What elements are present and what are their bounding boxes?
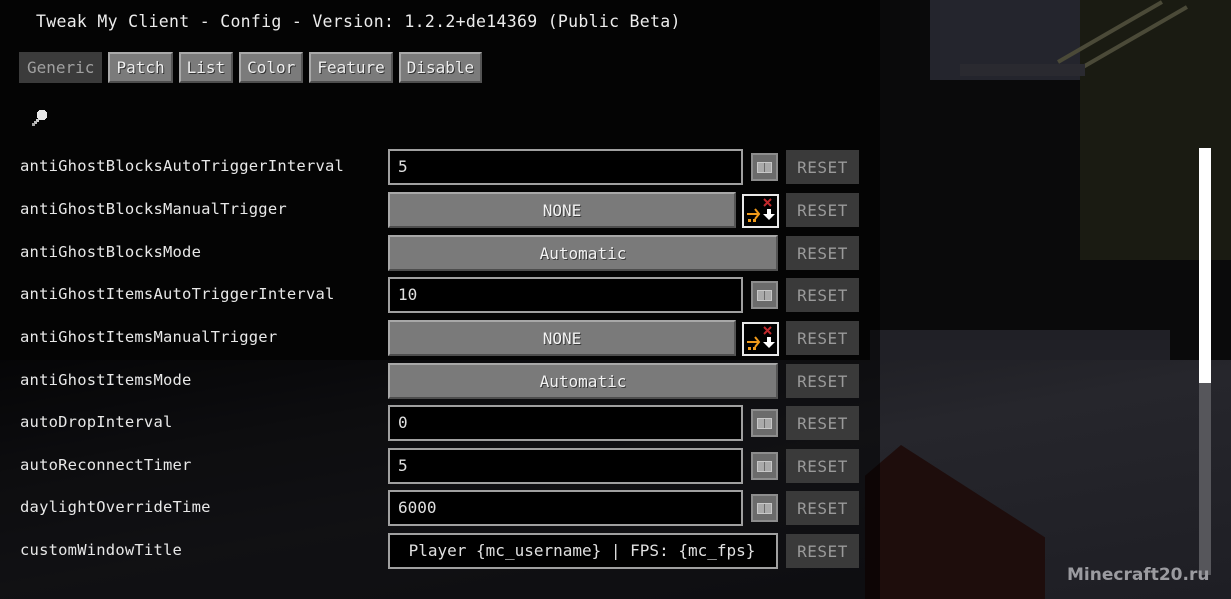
config-label: antiGhostBlocksManualTrigger xyxy=(20,200,287,218)
value-input[interactable]: 5 xyxy=(388,149,743,185)
config-row-autodropinterval: autoDropInterval 0 RESET xyxy=(0,405,870,441)
config-label: antiGhostItemsAutoTriggerInterval xyxy=(20,285,335,303)
option-cycle-button[interactable]: Automatic xyxy=(388,363,778,399)
reset-button[interactable]: RESET xyxy=(786,534,859,568)
option-cycle-button[interactable]: Automatic xyxy=(388,235,778,271)
search-icon[interactable] xyxy=(28,108,50,130)
slider-toggle-button[interactable] xyxy=(751,409,778,437)
config-label: antiGhostItemsMode xyxy=(20,371,192,389)
hotkey-button[interactable]: NONE xyxy=(388,320,736,356)
tab-patch[interactable]: Patch xyxy=(108,52,173,83)
reset-button[interactable]: RESET xyxy=(786,150,859,184)
slider-toggle-button[interactable] xyxy=(751,153,778,181)
value-input[interactable]: 5 xyxy=(388,448,743,484)
slider-toggle-icon xyxy=(757,502,772,514)
config-label: daylightOverrideTime xyxy=(20,498,211,516)
slider-toggle-icon xyxy=(757,460,772,472)
slider-toggle-icon xyxy=(757,417,772,429)
hotkey-button[interactable]: NONE xyxy=(388,192,736,228)
tab-feature[interactable]: Feature xyxy=(309,52,393,83)
config-row-antighostitemsautotriggerinterval: antiGhostItemsAutoTriggerInterval 10 RES… xyxy=(0,277,870,313)
tab-color[interactable]: Color xyxy=(239,52,304,83)
reset-button[interactable]: RESET xyxy=(786,364,859,398)
config-row-autoreconnecttimer: autoReconnectTimer 5 RESET xyxy=(0,448,870,484)
reset-button[interactable]: RESET xyxy=(786,491,859,525)
tab-disable[interactable]: Disable xyxy=(398,52,483,83)
config-label: antiGhostItemsManualTrigger xyxy=(20,328,278,346)
slider-toggle-icon xyxy=(757,161,772,173)
background-snow-block xyxy=(870,330,1170,360)
config-row-customwindowtitle: customWindowTitle Player {mc_username} |… xyxy=(0,533,870,569)
config-label: customWindowTitle xyxy=(20,541,183,559)
slider-toggle-button[interactable] xyxy=(751,281,778,309)
reset-button[interactable]: RESET xyxy=(786,278,859,312)
keybind-settings-button[interactable] xyxy=(742,194,779,228)
watermark: Minecraft20.ru xyxy=(1067,565,1210,585)
slider-toggle-button[interactable] xyxy=(751,494,778,522)
config-label: antiGhostBlocksMode xyxy=(20,243,202,261)
tab-generic[interactable]: Generic xyxy=(19,52,103,83)
scrollbar[interactable] xyxy=(1199,148,1211,575)
config-row-antighostitemsmode: antiGhostItemsMode Automatic RESET xyxy=(0,363,870,399)
tab-list[interactable]: List xyxy=(178,52,234,83)
config-row-antighostitemsmanualtrigger: antiGhostItemsManualTrigger NONE RESET xyxy=(0,320,870,356)
keybind-settings-button[interactable] xyxy=(742,322,779,356)
reset-button[interactable]: RESET xyxy=(786,193,859,227)
window-title: Tweak My Client - Config - Version: 1.2.… xyxy=(36,12,681,31)
config-row-antighostblocksmanualtrigger: antiGhostBlocksManualTrigger NONE RESET xyxy=(0,192,870,228)
reset-button[interactable]: RESET xyxy=(786,321,859,355)
scrollbar-thumb[interactable] xyxy=(1199,148,1211,383)
config-row-antighostblocksautotriggerinterval: antiGhostBlocksAutoTriggerInterval 5 RES… xyxy=(0,149,870,185)
value-input[interactable]: 10 xyxy=(388,277,743,313)
config-label: autoReconnectTimer xyxy=(20,456,192,474)
config-row-daylightoverridetime: daylightOverrideTime 6000 RESET xyxy=(0,490,870,526)
config-tabs: Generic Patch List Color Feature Disable xyxy=(19,52,483,83)
slider-toggle-button[interactable] xyxy=(751,452,778,480)
reset-button[interactable]: RESET xyxy=(786,236,859,270)
slider-toggle-icon xyxy=(757,289,772,301)
value-input[interactable]: 6000 xyxy=(388,490,743,526)
reset-button[interactable]: RESET xyxy=(786,449,859,483)
value-input[interactable]: 0 xyxy=(388,405,743,441)
background-slab xyxy=(960,64,1085,76)
config-label: autoDropInterval xyxy=(20,413,173,431)
config-label: antiGhostBlocksAutoTriggerInterval xyxy=(20,157,345,175)
keybind-settings-icon xyxy=(747,198,775,222)
config-row-antighostblocksmode: antiGhostBlocksMode Automatic RESET xyxy=(0,235,870,271)
keybind-settings-icon xyxy=(747,326,775,350)
reset-button[interactable]: RESET xyxy=(786,406,859,440)
value-input[interactable]: Player {mc_username} | FPS: {mc_fps} xyxy=(388,533,778,569)
